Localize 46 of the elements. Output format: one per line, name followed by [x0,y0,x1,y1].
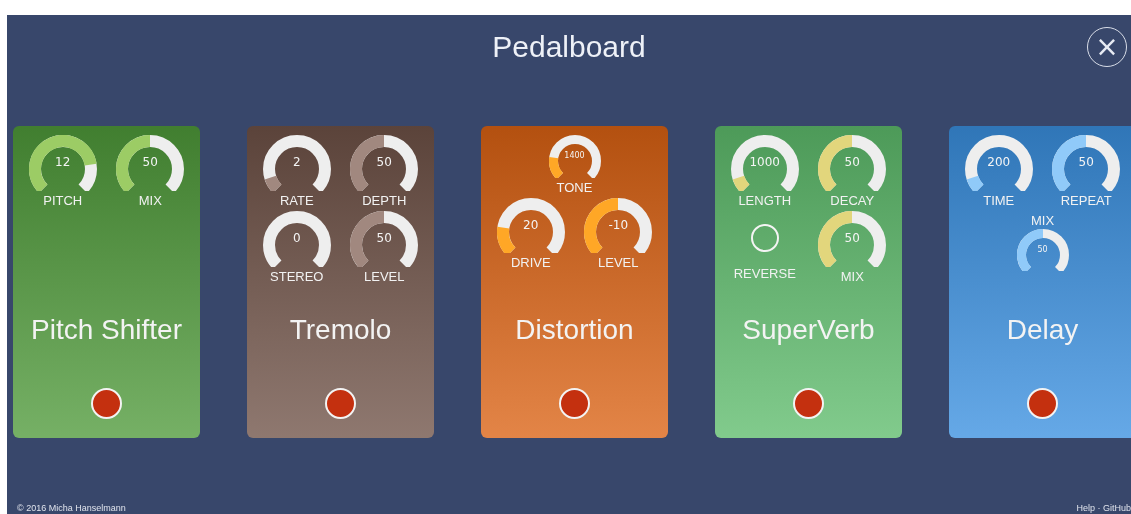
toggle-label: REVERSE [733,265,796,282]
knob-label: TONE [556,179,593,196]
knob-label: MIX [840,268,864,285]
footswitch-button[interactable] [1027,388,1058,419]
knob-value: 1000 [748,156,781,169]
knob-value: 50 [1077,156,1095,169]
footer-links[interactable]: Help · GitHub [1076,503,1131,513]
pedal-name: Pitch Shifter [31,313,182,347]
knob-label: TIME [983,192,1015,209]
footswitch-button[interactable] [793,388,824,419]
pedal-name: Delay [1006,313,1079,347]
pedal-name: Tremolo [289,313,392,347]
knob-label: MIX [138,192,162,209]
pedal-name: SuperVerb [742,313,875,347]
knob-value: -10 [607,218,630,231]
knob-value: 12 [54,156,72,169]
knob-label: PITCH [43,192,83,209]
toggle-switch[interactable] [750,223,779,252]
knob-label: LEVEL [364,268,405,285]
knob-value: 50 [375,156,393,169]
knob-dial[interactable] [28,135,97,191]
knob-label: STEREO [270,268,324,285]
footswitch-button[interactable] [559,388,590,419]
knob-label: RATE [279,192,314,209]
footswitch-button[interactable] [325,388,356,419]
knob-value: 50 [1036,245,1049,254]
knob-label: DECAY [830,192,875,209]
knob-value: 0 [291,231,302,244]
knob-value: 50 [843,156,861,169]
copyright-text: © 2016 Micha Hanselmann [17,503,126,513]
page-title: Pedalboard [492,30,646,64]
pedal-name: Distortion [515,313,634,347]
knob-label: MIX [1030,212,1055,229]
knob-value: 200 [986,156,1012,169]
knob-label: REPEAT [1060,192,1112,209]
knob-value: 1400 [563,152,586,161]
footswitch-button[interactable] [91,388,122,419]
knob-value: 50 [843,231,861,244]
knob-label: DEPTH [362,192,407,209]
knob-value: 20 [522,218,540,231]
knob-value: 50 [375,231,393,244]
knob-label: LENGTH [738,192,792,209]
knob-label: LEVEL [598,255,639,272]
knob-value: 50 [141,156,159,169]
knob-value: 2 [291,156,302,169]
knob-label: DRIVE [510,255,551,272]
